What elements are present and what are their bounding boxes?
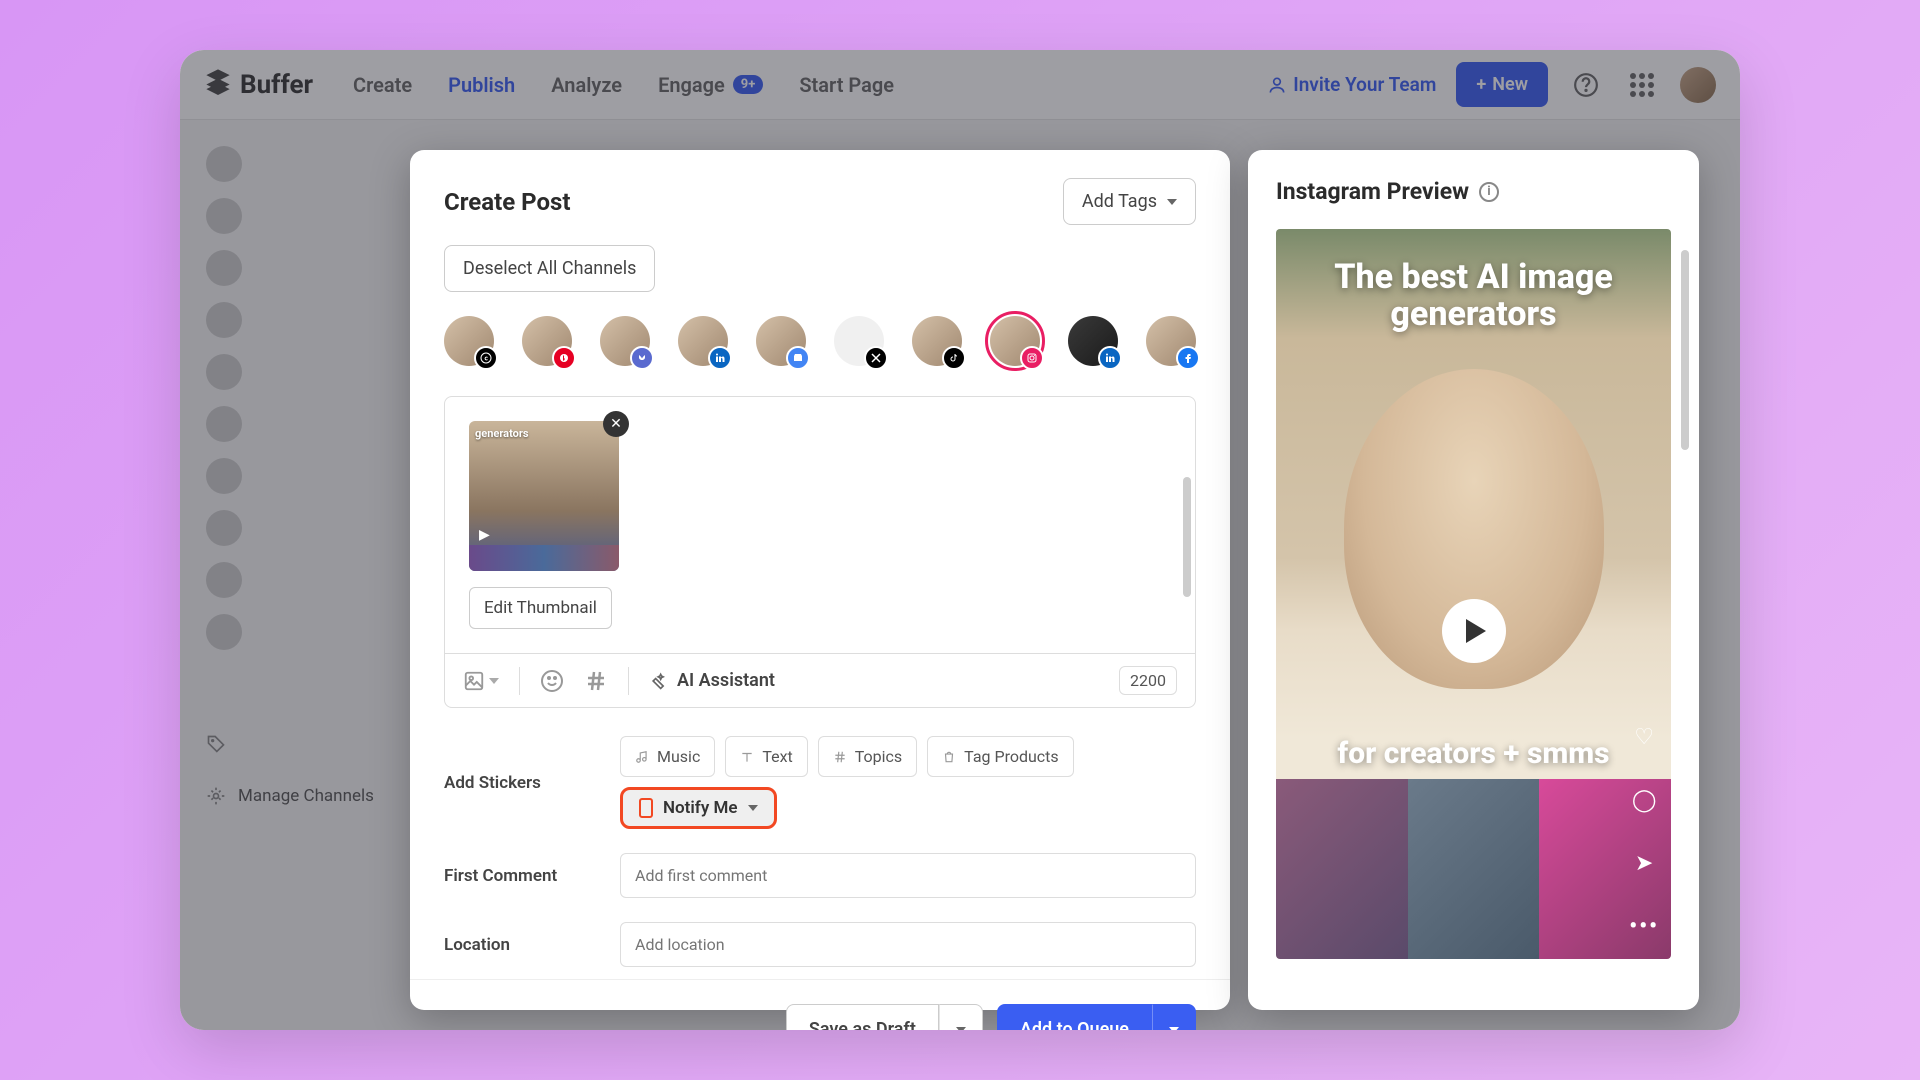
video-thumbnail[interactable]: generators ▶ bbox=[469, 421, 619, 571]
preview-panel: Instagram Preview i The best AI image ge… bbox=[1248, 150, 1699, 1010]
info-icon[interactable]: i bbox=[1479, 182, 1499, 202]
composer-body: generators ▶ ✕ Edit Thumbnail A bbox=[444, 396, 1196, 708]
channel-bluesky[interactable] bbox=[600, 316, 650, 366]
modal-container: Create Post Add Tags Deselect All Channe… bbox=[180, 50, 1740, 1030]
stickers-label: Add Stickers bbox=[444, 773, 604, 793]
save-draft-button[interactable]: Save as Draft bbox=[786, 1004, 939, 1030]
play-button[interactable] bbox=[1442, 599, 1506, 663]
channel-pinterest[interactable] bbox=[522, 316, 572, 366]
sticker-tag-products-button[interactable]: Tag Products bbox=[927, 736, 1074, 777]
emoji-icon bbox=[540, 669, 564, 693]
pinterest-icon bbox=[552, 346, 576, 370]
sticker-text-button[interactable]: Text bbox=[725, 736, 807, 777]
remove-media-button[interactable]: ✕ bbox=[603, 411, 629, 437]
composer-toolbar: AI Assistant 2200 bbox=[445, 653, 1195, 707]
image-icon bbox=[463, 670, 485, 692]
channel-tiktok[interactable] bbox=[912, 316, 962, 366]
sparkle-icon bbox=[649, 671, 669, 691]
channel-linkedin-company[interactable] bbox=[1068, 316, 1118, 366]
text-icon bbox=[740, 750, 754, 764]
notify-me-button[interactable]: Notify Me bbox=[620, 787, 777, 829]
instagram-icon bbox=[1020, 346, 1044, 370]
scrollbar[interactable] bbox=[1183, 477, 1191, 597]
channel-x[interactable] bbox=[834, 316, 884, 366]
more-icon[interactable]: ••• bbox=[1629, 914, 1659, 939]
channel-linkedin[interactable] bbox=[678, 316, 728, 366]
media-area: generators ▶ ✕ Edit Thumbnail bbox=[445, 397, 1195, 653]
heart-icon[interactable]: ♡ bbox=[1634, 725, 1654, 750]
play-icon: ▶ bbox=[479, 527, 490, 543]
add-to-queue-button[interactable]: Add to Queue bbox=[997, 1004, 1152, 1030]
bag-icon bbox=[942, 750, 956, 764]
ai-assistant-button[interactable]: AI Assistant bbox=[649, 670, 775, 691]
add-tags-button[interactable]: Add Tags bbox=[1063, 178, 1196, 225]
emoji-button[interactable] bbox=[540, 669, 564, 693]
comment-icon[interactable]: ◯ bbox=[1632, 788, 1657, 813]
threads-icon bbox=[474, 346, 498, 370]
edit-thumbnail-button[interactable]: Edit Thumbnail bbox=[469, 587, 612, 629]
chevron-down-icon bbox=[1169, 1027, 1179, 1031]
hashtag-button[interactable] bbox=[584, 669, 608, 693]
app-window: Buffer Create Publish Analyze Engage9+ S… bbox=[180, 50, 1740, 1030]
chevron-down-icon bbox=[748, 805, 758, 811]
thumb-overlay-text: generators bbox=[475, 427, 613, 440]
facebook-icon bbox=[1176, 346, 1200, 370]
preview-text-bottom: for creators + smms bbox=[1296, 737, 1651, 770]
reel-actions: ♡ ◯ ➤ ••• bbox=[1629, 725, 1659, 939]
post-options: Add Stickers Music Text Topics Tag Produ… bbox=[410, 708, 1230, 979]
linkedin-icon bbox=[708, 346, 732, 370]
hashtag-icon bbox=[833, 750, 847, 764]
hashtag-icon bbox=[584, 669, 608, 693]
first-comment-label: First Comment bbox=[444, 866, 604, 886]
channel-picker bbox=[410, 292, 1230, 396]
first-comment-input[interactable] bbox=[620, 853, 1196, 898]
deselect-channels-button[interactable]: Deselect All Channels bbox=[444, 245, 655, 292]
scrollbar[interactable] bbox=[1681, 250, 1689, 450]
location-input[interactable] bbox=[620, 922, 1196, 967]
channel-threads[interactable] bbox=[444, 316, 494, 366]
channel-facebook[interactable] bbox=[1146, 316, 1196, 366]
chevron-down-icon bbox=[956, 1027, 966, 1031]
add-queue-group: Add to Queue bbox=[997, 1004, 1196, 1030]
linkedin-icon bbox=[1098, 346, 1122, 370]
sticker-music-button[interactable]: Music bbox=[620, 736, 715, 777]
share-icon[interactable]: ➤ bbox=[1635, 851, 1653, 876]
compose-header: Create Post Add Tags bbox=[410, 150, 1230, 225]
add-media-button[interactable] bbox=[463, 670, 499, 692]
preview-title: Instagram Preview i bbox=[1276, 178, 1671, 205]
compose-modal: Create Post Add Tags Deselect All Channe… bbox=[410, 150, 1230, 1010]
chevron-down-icon bbox=[1167, 199, 1177, 205]
bluesky-icon bbox=[630, 346, 654, 370]
tiktok-icon bbox=[942, 346, 966, 370]
save-draft-group: Save as Draft bbox=[786, 1004, 983, 1030]
music-icon bbox=[635, 750, 649, 764]
character-count: 2200 bbox=[1119, 666, 1177, 695]
channel-google-business[interactable] bbox=[756, 316, 806, 366]
channel-instagram[interactable] bbox=[990, 316, 1040, 366]
compose-footer: Save as Draft Add to Queue bbox=[410, 979, 1230, 1030]
location-label: Location bbox=[444, 935, 604, 955]
preview-text-top: The best AI image generators bbox=[1296, 259, 1651, 334]
preview-media[interactable]: The best AI image generators for creator… bbox=[1276, 229, 1671, 959]
sticker-topics-button[interactable]: Topics bbox=[818, 736, 917, 777]
x-icon bbox=[864, 346, 888, 370]
add-to-queue-dropdown[interactable] bbox=[1152, 1004, 1196, 1030]
phone-icon bbox=[639, 798, 653, 818]
google-business-icon bbox=[786, 346, 810, 370]
compose-title: Create Post bbox=[444, 188, 570, 216]
save-draft-dropdown[interactable] bbox=[939, 1004, 983, 1030]
